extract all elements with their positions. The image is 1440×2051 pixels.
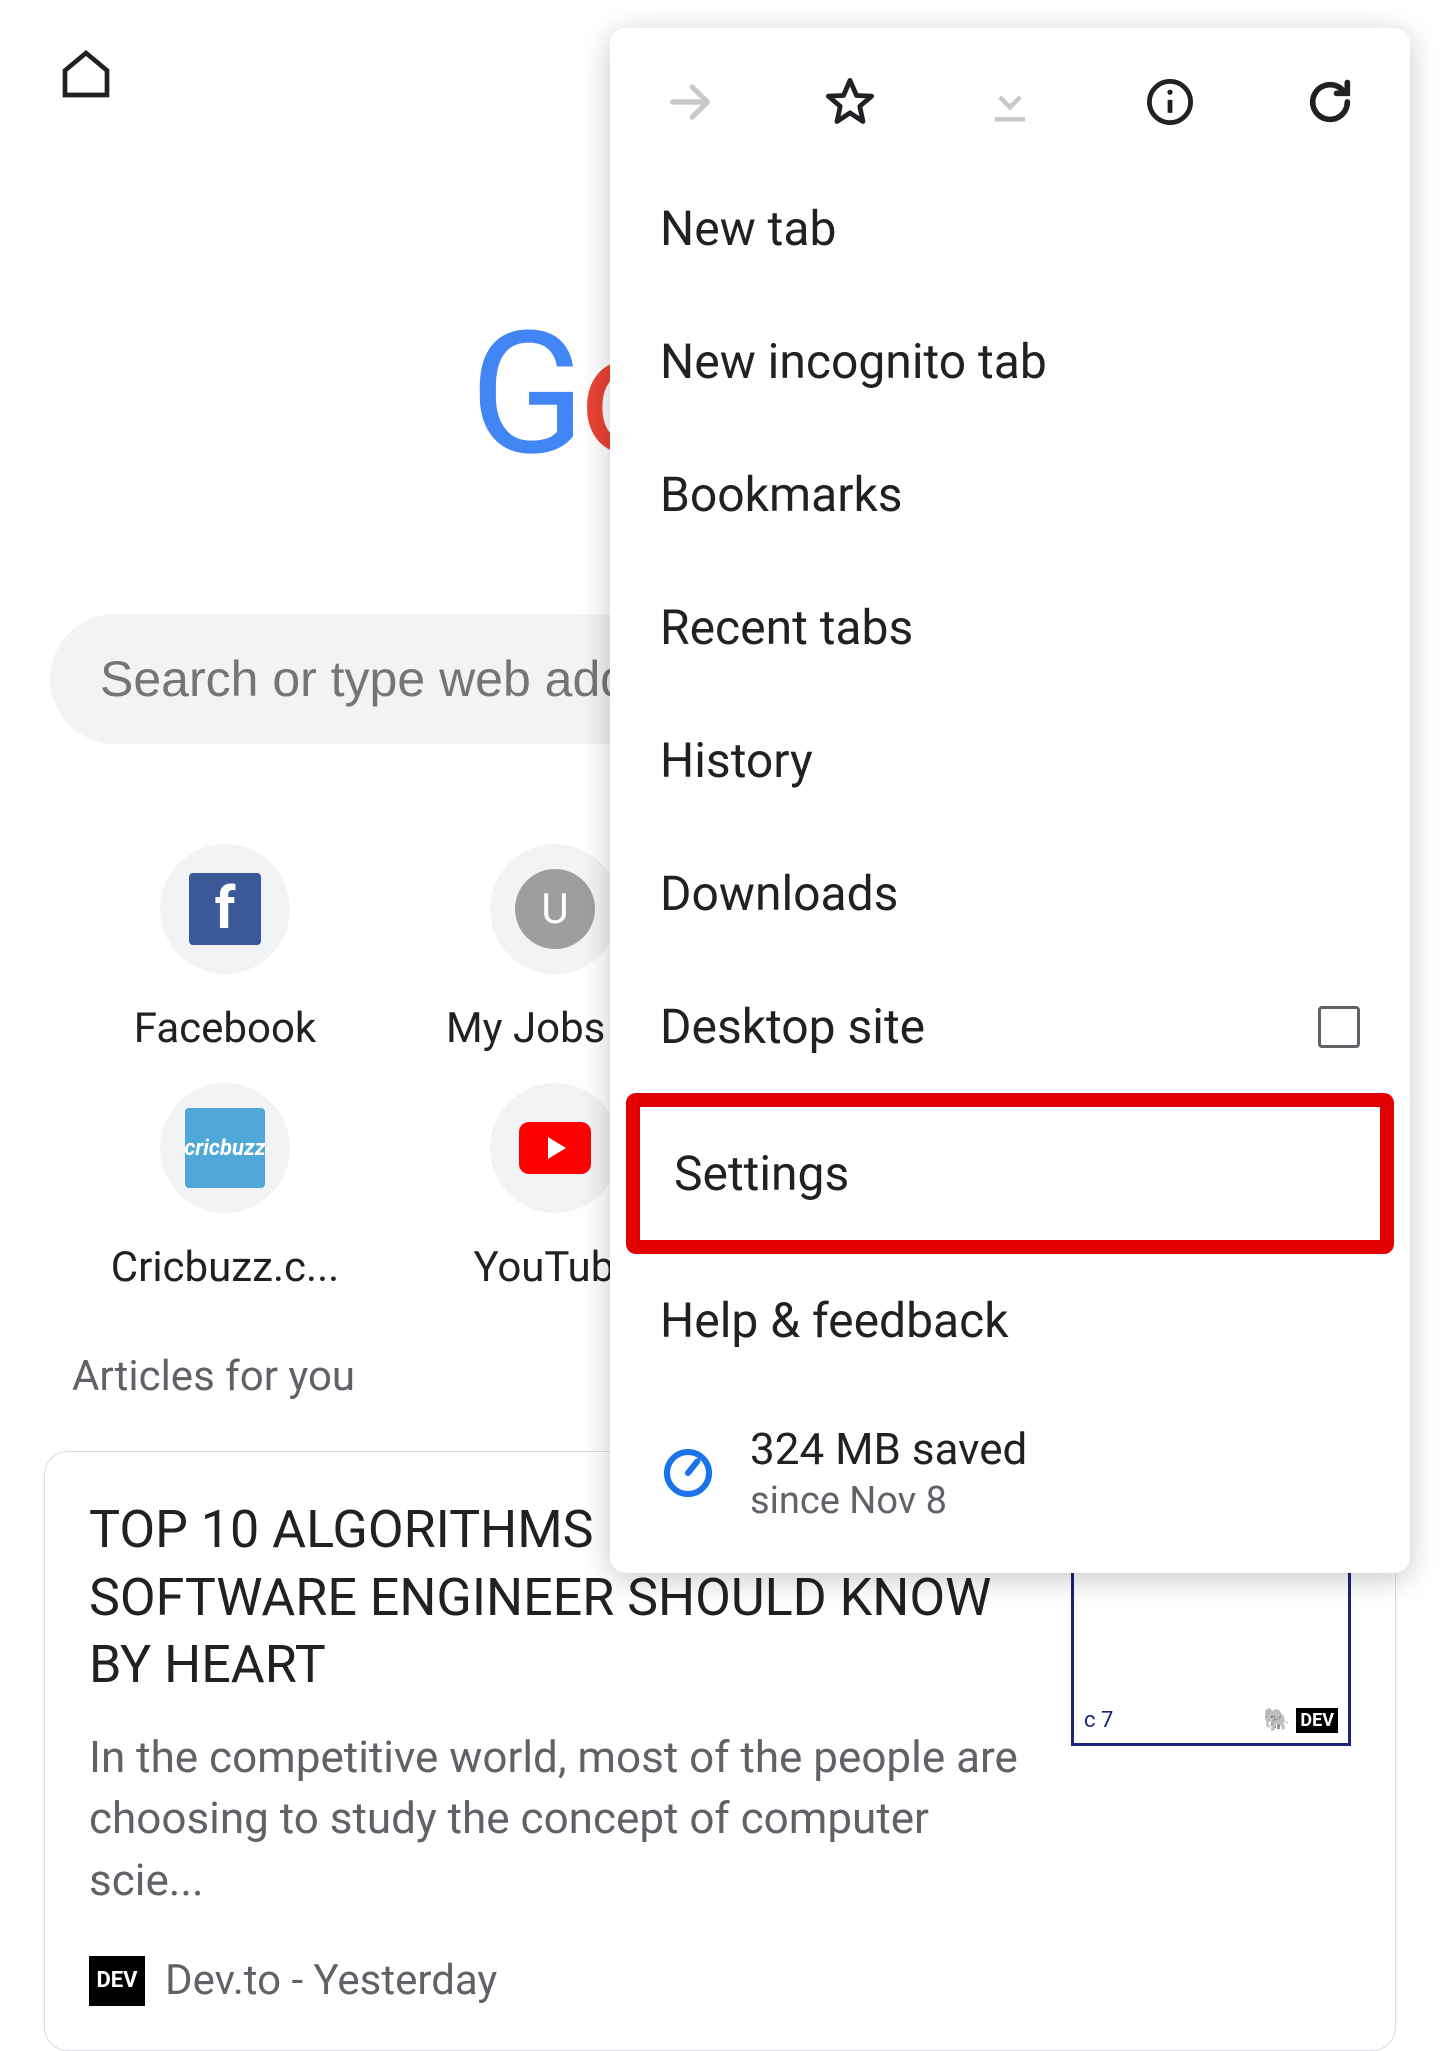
settings-highlight: Settings <box>626 1093 1394 1254</box>
facebook-icon: f <box>189 873 261 945</box>
overflow-menu: New tab New incognito tab Bookmarks Rece… <box>610 28 1410 1573</box>
reload-button[interactable] <box>1300 72 1360 132</box>
home-button[interactable] <box>56 44 116 104</box>
menu-downloads[interactable]: Downloads <box>610 827 1410 960</box>
menu-desktop-site[interactable]: Desktop site <box>610 960 1410 1093</box>
menu-bookmarks[interactable]: Bookmarks <box>610 428 1410 561</box>
menu-settings[interactable]: Settings <box>640 1107 1380 1240</box>
desktop-site-checkbox[interactable] <box>1318 1006 1360 1048</box>
info-button[interactable] <box>1140 72 1200 132</box>
home-icon <box>58 46 114 102</box>
data-saver-icon <box>660 1445 716 1501</box>
youtube-icon <box>519 1122 591 1174</box>
forward-icon <box>664 76 716 128</box>
avatar-icon: U <box>515 869 595 949</box>
menu-new-tab[interactable]: New tab <box>610 162 1410 295</box>
article-snippet: In the competitive world, most of the pe… <box>89 1727 1041 1912</box>
reload-icon <box>1304 76 1356 128</box>
menu-new-incognito-tab[interactable]: New incognito tab <box>610 295 1410 428</box>
info-icon <box>1144 76 1196 128</box>
star-icon <box>824 76 876 128</box>
data-saved-since: since Nov 8 <box>750 1479 1027 1523</box>
shortcut-label: Facebook <box>134 1004 316 1053</box>
download-icon <box>984 76 1036 128</box>
data-saved-amount: 324 MB saved <box>750 1423 1027 1475</box>
menu-history[interactable]: History <box>610 694 1410 827</box>
menu-recent-tabs[interactable]: Recent tabs <box>610 561 1410 694</box>
bookmark-button[interactable] <box>820 72 880 132</box>
forward-button <box>660 72 720 132</box>
shortcut-cricbuzz[interactable]: cricbuzz Cricbuzz.c... <box>60 1083 390 1292</box>
article-source: Dev.to - Yesterday <box>165 1956 497 2005</box>
download-button <box>980 72 1040 132</box>
shortcut-label: Cricbuzz.c... <box>111 1243 339 1292</box>
data-saver-info[interactable]: 324 MB saved since Nov 8 <box>610 1387 1410 1533</box>
dev-badge-icon: DEV <box>89 1956 145 2006</box>
menu-help-feedback[interactable]: Help & feedback <box>610 1254 1410 1387</box>
cricbuzz-icon: cricbuzz <box>185 1108 265 1188</box>
shortcut-facebook[interactable]: f Facebook <box>60 844 390 1053</box>
